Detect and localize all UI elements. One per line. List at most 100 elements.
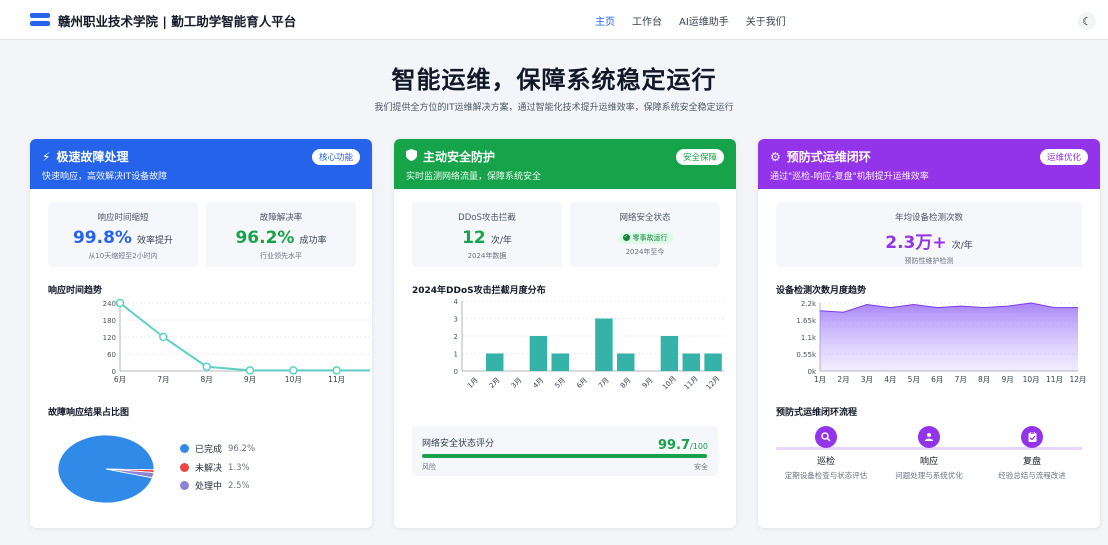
legend-dot	[180, 444, 189, 453]
card-description: 通过"巡检-响应-复盘"机制提升运维效率	[770, 172, 929, 182]
score-value: 99.7	[657, 438, 691, 453]
x-tick-label: 8月	[978, 375, 990, 384]
top-navbar: 赣州职业技术学院 | 勤工助学智能育人平台 主页 工作台 AI运维助手 关于我们…	[0, 0, 1108, 40]
y-tick-label: 60	[107, 351, 116, 359]
card-title-text: 极速故障处理	[56, 150, 129, 164]
score-progress-bar	[422, 454, 708, 458]
theme-toggle-button[interactable]: ☾	[1078, 12, 1096, 30]
stat-unit: 次/年	[951, 241, 973, 251]
brand[interactable]: 赣州职业技术学院 | 勤工助学智能育人平台	[30, 11, 296, 30]
stat-label: DDoS攻击拦截	[458, 213, 516, 223]
response-time-line-chart: 0601201802406月7月8月9月10月11月12月	[103, 298, 370, 384]
flow-step-review[interactable]: 复盘 经验总结与流程改进	[982, 426, 1082, 481]
data-point	[245, 366, 255, 375]
nav-link-about[interactable]: 关于我们	[746, 13, 786, 28]
card-preventive: ⚙ 预防式运维闭环 通过"巡检-响应-复盘"机制提升运维效率 运维优化 年均设备…	[758, 139, 1100, 528]
legend-item-unresolved[interactable]: 未解决 1.3%	[180, 461, 250, 474]
bar	[617, 353, 635, 371]
legend-item-done[interactable]: 已完成 96.2%	[180, 442, 255, 455]
score-progress-fill	[422, 454, 708, 458]
x-tick-label: 2月	[837, 375, 849, 384]
stat-value: 96.2%	[235, 228, 295, 248]
card-description: 实时监测网络流量，保障系统安全	[406, 172, 542, 182]
x-tick-label: 5月	[553, 376, 567, 390]
y-tick-label: 3	[454, 316, 458, 324]
stat-note: 2024年数据	[467, 252, 507, 260]
card-description: 快速响应，高效解决IT设备故障	[42, 172, 168, 182]
shield-icon	[406, 149, 417, 164]
stat-unit: 次/年	[490, 236, 512, 246]
x-tick-label: 3月	[861, 375, 873, 384]
fault-result-pie-chart	[58, 434, 155, 504]
flow-step-inspect[interactable]: 巡检 定期设备检查与状态评估	[776, 426, 876, 481]
y-tick-label: 2	[454, 333, 458, 341]
gears-icon: ⚙	[770, 149, 781, 164]
x-tick-label: 4月	[884, 375, 896, 384]
y-tick-label: 120	[103, 334, 116, 342]
y-tick-label: 1.1k	[801, 334, 817, 342]
check-icon: ✓	[622, 234, 630, 241]
score-max: /100	[690, 442, 708, 451]
x-tick-label: 1月	[814, 375, 826, 384]
x-tick-label: 1月	[466, 376, 480, 390]
x-tick-label: 5月	[908, 375, 920, 384]
data-point	[115, 298, 125, 308]
legend-label: 处理中	[195, 482, 223, 492]
stat-resolution-rate: 故障解决率 96.2% 成功率 行业领先水平	[206, 202, 356, 267]
score-high-label: 安全	[694, 463, 708, 471]
bolt-icon: ⚡	[42, 149, 51, 164]
x-tick-label: 2月	[488, 376, 502, 390]
flow-step-desc: 经验总结与流程改进	[998, 471, 1066, 480]
menu-logo-icon	[30, 12, 50, 29]
chart-title: 响应时间趋势	[48, 286, 103, 296]
y-tick-label: 240	[103, 300, 116, 308]
nav-link-home[interactable]: 主页	[595, 13, 615, 28]
x-tick-label: 9月	[244, 375, 256, 384]
card-title-text: 预防式运维闭环	[786, 150, 871, 164]
status-badge: ✓ 零事故运行	[617, 231, 673, 244]
x-tick-label: 6月	[114, 375, 126, 384]
card-fast-fault: ⚡ 极速故障处理 快速响应，高效解决IT设备故障 核心功能 响应时间缩短 99.…	[30, 139, 372, 528]
flow-step-respond[interactable]: 响应 问题处理与系统优化	[879, 426, 979, 481]
legend-item-processing[interactable]: 处理中 2.5%	[180, 479, 250, 492]
device-check-area-chart: 0k0.55k1.1k1.65k2.2k1月 2月 3月 4月 5月 6月 7月 8月 9月 10…	[796, 300, 1086, 384]
x-tick-label: 10月	[1023, 375, 1040, 384]
stat-response-time: 响应时间缩短 99.8% 效率提升 从10天缩短至2小时内	[48, 202, 198, 267]
card-title-text: 主动安全防护	[423, 150, 496, 164]
data-point	[289, 366, 298, 375]
card-badge: 运维优化	[1039, 149, 1088, 165]
page-subtitle: 我们提供全方位的IT运维解决方案，通过智能化技术提升运维效率，保障系统安全稳定运…	[374, 103, 734, 113]
nav-link-workbench[interactable]: 工作台	[632, 13, 662, 28]
security-score: 网络安全状态评分 99.7/100 风险 安全	[412, 426, 718, 476]
x-tick-label: 11月	[683, 375, 700, 392]
y-tick-label: 4	[454, 298, 459, 306]
brand-title: 赣州职业技术学院 | 勤工助学智能育人平台	[58, 14, 297, 29]
x-tick-label: 12月	[705, 375, 722, 392]
card-header: ⚙ 预防式运维闭环 通过"巡检-响应-复盘"机制提升运维效率 运维优化	[758, 139, 1100, 189]
bar	[595, 318, 613, 371]
y-tick-label: 0.55k	[796, 351, 817, 359]
chart-title: 设备检测次数月度趋势	[776, 286, 867, 296]
stat-note: 2024年至今	[625, 247, 665, 256]
stat-note: 预防性维护检测	[904, 257, 954, 265]
stat-note: 从10天缩短至2小时内	[88, 252, 158, 260]
nav-links: 主页 工作台 AI运维助手 关于我们	[595, 13, 786, 28]
legend-dot	[180, 481, 189, 490]
y-tick-label: 0	[454, 368, 458, 376]
stat-label: 故障解决率	[259, 213, 303, 223]
x-tick-label: 8月	[619, 376, 633, 390]
y-tick-label: 180	[103, 317, 116, 325]
hand-icon	[918, 426, 940, 448]
stat-label: 响应时间缩短	[97, 213, 149, 223]
x-tick-label: 9月	[1001, 375, 1013, 384]
flow-step-desc: 定期设备检查与状态评估	[784, 471, 868, 480]
y-tick-label: 1.65k	[796, 317, 817, 325]
stat-unit: 成功率	[299, 236, 327, 246]
flow-step-name: 巡检	[816, 457, 835, 467]
x-tick-label: 3月	[510, 376, 524, 390]
page-title: 智能运维，保障系统稳定运行	[391, 66, 717, 94]
flow-step-desc: 问题处理与系统优化	[895, 471, 963, 480]
legend-dot	[180, 463, 189, 472]
flow-step-name: 复盘	[1022, 457, 1041, 467]
nav-link-ai-assistant[interactable]: AI运维助手	[679, 13, 729, 28]
